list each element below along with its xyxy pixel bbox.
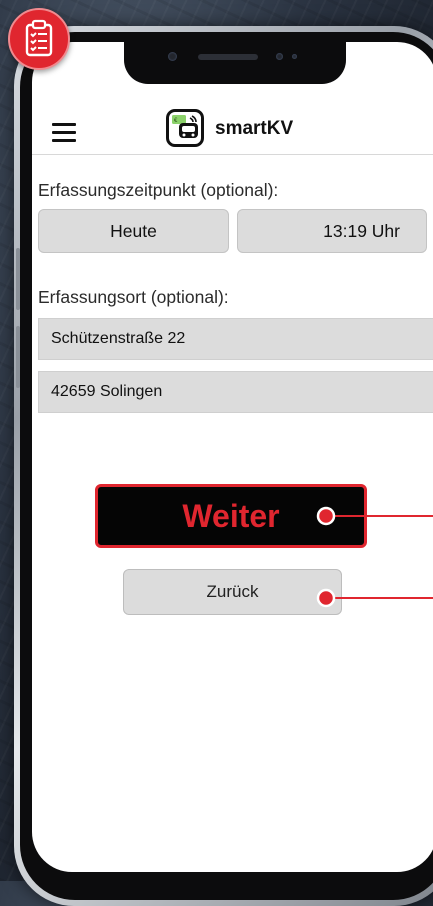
app-screen: € smartKV Erfassungszeitpunkt (optional)…: [32, 42, 433, 872]
capture-location-label: Erfassungsort (optional):: [38, 287, 229, 307]
clipboard-checklist-icon: [8, 8, 70, 70]
phone-notch: [124, 42, 346, 84]
app-title: smartKV: [215, 118, 294, 139]
sensor: [292, 54, 297, 59]
header-divider: [32, 154, 433, 155]
earpiece-speaker: [198, 54, 258, 60]
time-select-button[interactable]: 13:19 Uhr: [237, 209, 427, 253]
capture-time-label: Erfassungszeitpunkt (optional):: [38, 180, 279, 200]
city-field[interactable]: 42659 Solingen: [38, 371, 433, 413]
back-button[interactable]: Zurück: [123, 569, 342, 615]
hamburger-menu-icon[interactable]: [52, 123, 76, 142]
smartkv-logo-icon: €: [166, 109, 204, 147]
front-camera: [168, 52, 177, 61]
app-header: € smartKV: [32, 105, 433, 155]
volume-down-side-button: [16, 326, 20, 388]
street-field[interactable]: Schützenstraße 22: [38, 318, 433, 360]
next-button[interactable]: Weiter: [95, 484, 367, 548]
date-select-button[interactable]: Heute: [38, 209, 229, 253]
sensor: [276, 53, 283, 60]
volume-up-side-button: [16, 248, 20, 310]
